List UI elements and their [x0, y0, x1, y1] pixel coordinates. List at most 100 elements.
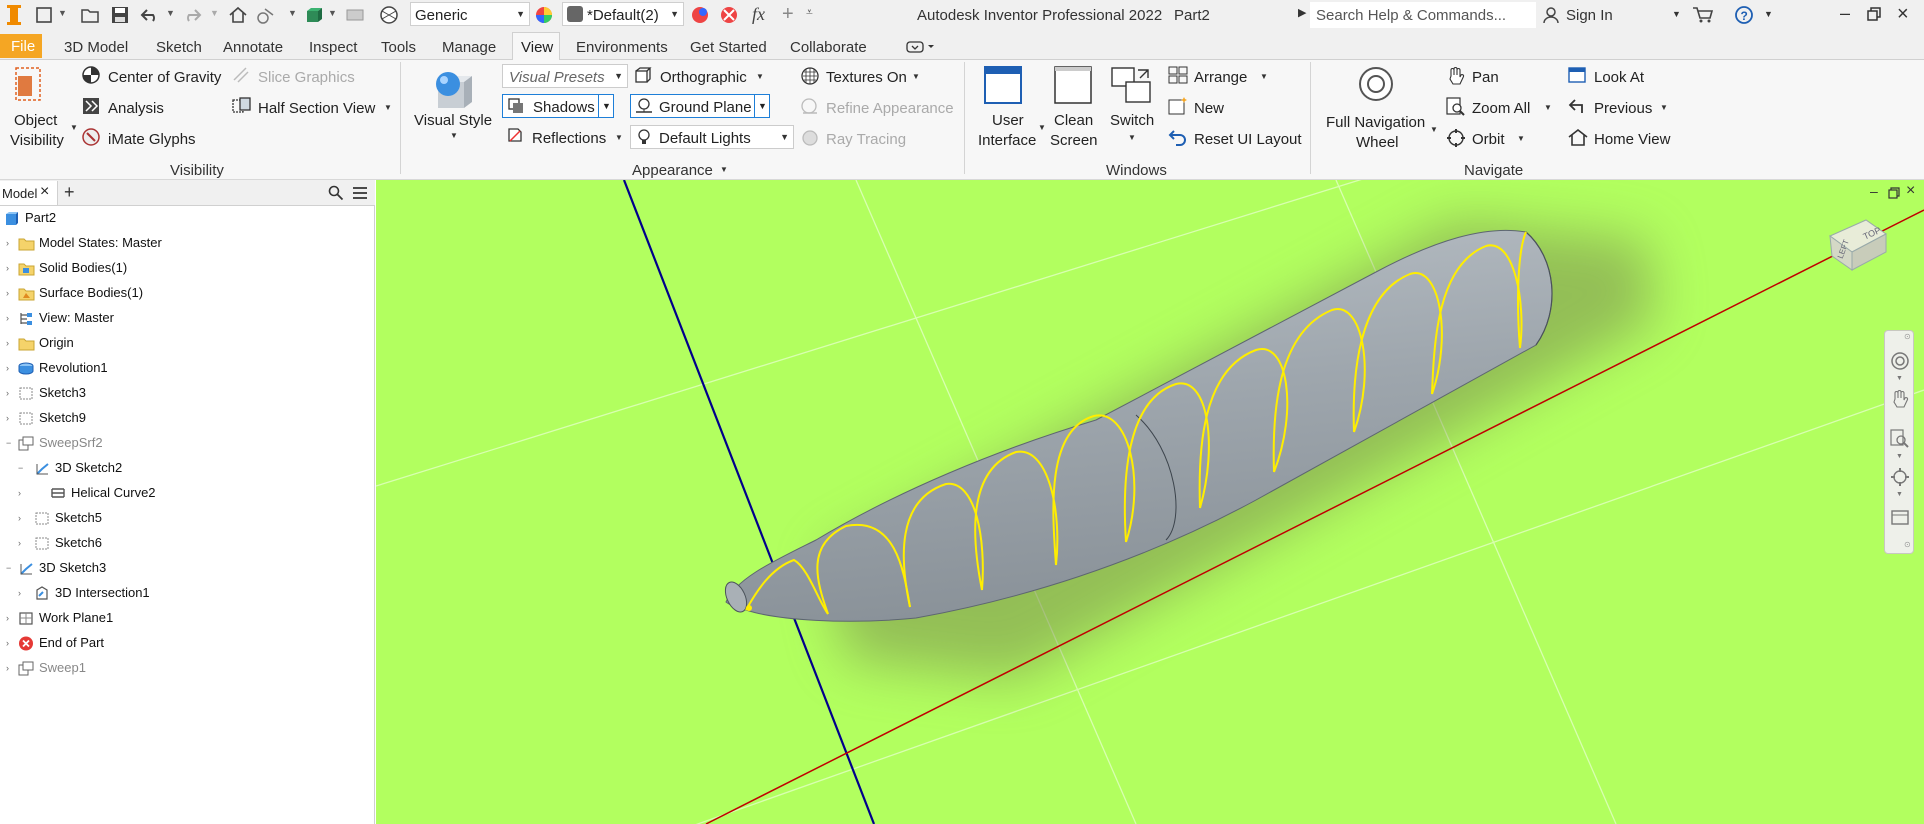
parameters-fx-icon[interactable]: fx: [752, 5, 765, 23]
expand-toggle-icon[interactable]: −: [6, 558, 11, 578]
refine-appearance-button[interactable]: Refine Appearance: [826, 100, 954, 117]
home-view-button[interactable]: Home View: [1594, 131, 1670, 148]
navbar-look-at-icon[interactable]: [1890, 507, 1910, 527]
sign-in-link[interactable]: Sign In: [1566, 8, 1613, 23]
tab-get-started[interactable]: Get Started: [690, 40, 767, 55]
plus-icon[interactable]: +: [782, 4, 794, 24]
lighting-dropdown[interactable]: Default Lights ▼: [630, 125, 794, 149]
browser-menu-icon[interactable]: [352, 185, 368, 201]
tab-inspect[interactable]: Inspect: [309, 40, 357, 55]
arrange-button[interactable]: Arrange: [1194, 69, 1247, 86]
tree-item-3d-sketch2[interactable]: − 3D Sketch2: [18, 458, 122, 478]
color-wheel-icon[interactable]: [532, 3, 556, 27]
clean-screen-label-1[interactable]: Clean: [1054, 112, 1093, 129]
expand-toggle-icon[interactable]: ›: [18, 508, 21, 528]
tree-item-sweepsrf2[interactable]: − SweepSrf2: [6, 433, 103, 453]
navbar-chevron-icon[interactable]: ▼: [1896, 375, 1903, 382]
expand-toggle-icon[interactable]: ›: [6, 633, 9, 653]
object-visibility-label-1[interactable]: Object: [14, 112, 57, 129]
user-interface-dropdown-icon[interactable]: ▼: [1038, 124, 1046, 132]
expand-toggle-icon[interactable]: ›: [6, 408, 9, 428]
minimize-window-icon[interactable]: –: [1840, 4, 1850, 22]
navbar-zoom-icon[interactable]: [1890, 429, 1910, 449]
object-visibility-dropdown-icon[interactable]: ▼: [70, 124, 78, 132]
tab-view[interactable]: View: [512, 32, 560, 61]
switch-button[interactable]: Switch: [1110, 112, 1154, 129]
orthographic-dropdown-icon[interactable]: ▼: [756, 73, 764, 81]
customize-qat-icon[interactable]: ⩡: [806, 6, 813, 18]
expand-toggle-icon[interactable]: ›: [6, 233, 9, 253]
undo-icon[interactable]: [138, 3, 162, 27]
tab-tools[interactable]: Tools: [381, 40, 416, 55]
tree-item-3d-sketch3[interactable]: − 3D Sketch3: [6, 558, 106, 578]
undo-dropdown-icon[interactable]: ▼: [166, 9, 175, 18]
orthographic-button[interactable]: Orthographic: [660, 69, 747, 86]
tab-collaborate[interactable]: Collaborate: [790, 40, 867, 55]
textures-dropdown-icon[interactable]: ▼: [912, 73, 920, 81]
measure-icon[interactable]: [343, 3, 367, 27]
ribbon-display-toggle[interactable]: [906, 40, 936, 54]
ground-plane-dropdown[interactable]: ▼: [754, 94, 770, 118]
imate-glyphs-button[interactable]: iMate Glyphs: [108, 131, 196, 148]
slice-graphics-button[interactable]: Slice Graphics: [258, 69, 355, 86]
appearance-cube-icon[interactable]: [302, 3, 326, 27]
graphics-viewport[interactable]: – × TOP LEFT ⊙ ▼ ▼ ▼ ⊙: [376, 180, 1924, 824]
tree-item-sketch5[interactable]: › Sketch5: [18, 508, 102, 528]
clear-appearance-icon[interactable]: [717, 3, 741, 27]
expand-toggle-icon[interactable]: ›: [6, 258, 9, 278]
tree-item-sweep1[interactable]: › Sweep1: [6, 658, 86, 678]
user-interface-label-1[interactable]: User: [992, 112, 1024, 129]
navbar-chevron-icon[interactable]: ▼: [1896, 453, 1903, 460]
reflections-button[interactable]: Reflections: [532, 130, 606, 147]
expand-toggle-icon[interactable]: ›: [6, 308, 9, 328]
appearance-panel-expand-icon[interactable]: ▼: [720, 166, 728, 174]
open-folder-icon[interactable]: [78, 3, 102, 27]
full-nav-wheel-label-1[interactable]: Full Navigation: [1326, 114, 1425, 131]
navbar-options-icon[interactable]: ⊙: [1904, 541, 1911, 549]
expand-toggle-icon[interactable]: ›: [6, 608, 9, 628]
orbit-dropdown-icon[interactable]: ▼: [1517, 135, 1525, 143]
navbar-close-icon[interactable]: ⊙: [1904, 333, 1911, 341]
tree-item-sketch3[interactable]: › Sketch3: [6, 383, 86, 403]
look-at-button[interactable]: Look At: [1594, 69, 1644, 86]
full-nav-wheel-label-2[interactable]: Wheel: [1356, 134, 1399, 151]
scene-canvas[interactable]: [376, 180, 1924, 824]
object-visibility-icon[interactable]: [14, 66, 42, 102]
ground-plane-toggle[interactable]: Ground Plane: [630, 94, 766, 118]
help-dropdown-icon[interactable]: ▼: [1764, 10, 1773, 19]
viewport-restore-icon[interactable]: [1888, 186, 1900, 199]
tab-annotate[interactable]: Annotate: [223, 40, 283, 55]
browser-tab-model[interactable]: Model ×: [0, 181, 58, 205]
visual-style-button[interactable]: Visual Style: [414, 112, 492, 129]
center-of-gravity-button[interactable]: Center of Gravity: [108, 69, 221, 86]
tree-item-revolution1[interactable]: › Revolution1: [6, 358, 108, 378]
tab-3d-model[interactable]: 3D Model: [64, 40, 128, 55]
material-ball-icon[interactable]: [377, 3, 401, 27]
tree-item-part2[interactable]: Part2: [4, 208, 56, 228]
viewcube[interactable]: TOP LEFT: [1816, 208, 1896, 278]
project-icon[interactable]: [254, 3, 278, 27]
save-icon[interactable]: [108, 3, 132, 27]
new-window-button[interactable]: New: [1194, 100, 1224, 117]
tree-item-surface-bodies-1[interactable]: › Surface Bodies(1): [6, 283, 143, 303]
sign-in-dropdown-icon[interactable]: ▼: [1672, 10, 1681, 19]
tree-item-sketch6[interactable]: › Sketch6: [18, 533, 102, 553]
viewport-minimize-icon[interactable]: –: [1870, 184, 1878, 198]
expand-toggle-icon[interactable]: ›: [6, 383, 9, 403]
help-icon[interactable]: ?: [1732, 3, 1756, 27]
reflections-dropdown-icon[interactable]: ▼: [615, 134, 623, 142]
cart-icon[interactable]: [1690, 3, 1716, 27]
previous-view-button[interactable]: Previous: [1594, 100, 1652, 117]
half-section-dropdown-icon[interactable]: ▼: [384, 104, 392, 112]
tab-environments[interactable]: Environments: [576, 40, 668, 55]
tree-item-solid-bodies-1[interactable]: › Solid Bodies(1): [6, 258, 127, 278]
close-tab-icon[interactable]: ×: [40, 184, 49, 200]
previous-dropdown-icon[interactable]: ▼: [1660, 104, 1668, 112]
inventor-logo-icon[interactable]: [4, 3, 24, 27]
arrange-dropdown-icon[interactable]: ▼: [1260, 73, 1268, 81]
adjust-appearance-icon[interactable]: [688, 3, 712, 27]
viewport-close-icon[interactable]: ×: [1906, 183, 1915, 199]
user-interface-icon[interactable]: [984, 66, 1022, 104]
switch-dropdown-icon[interactable]: ▼: [1128, 134, 1136, 142]
navbar-steering-wheel-icon[interactable]: [1890, 351, 1910, 371]
